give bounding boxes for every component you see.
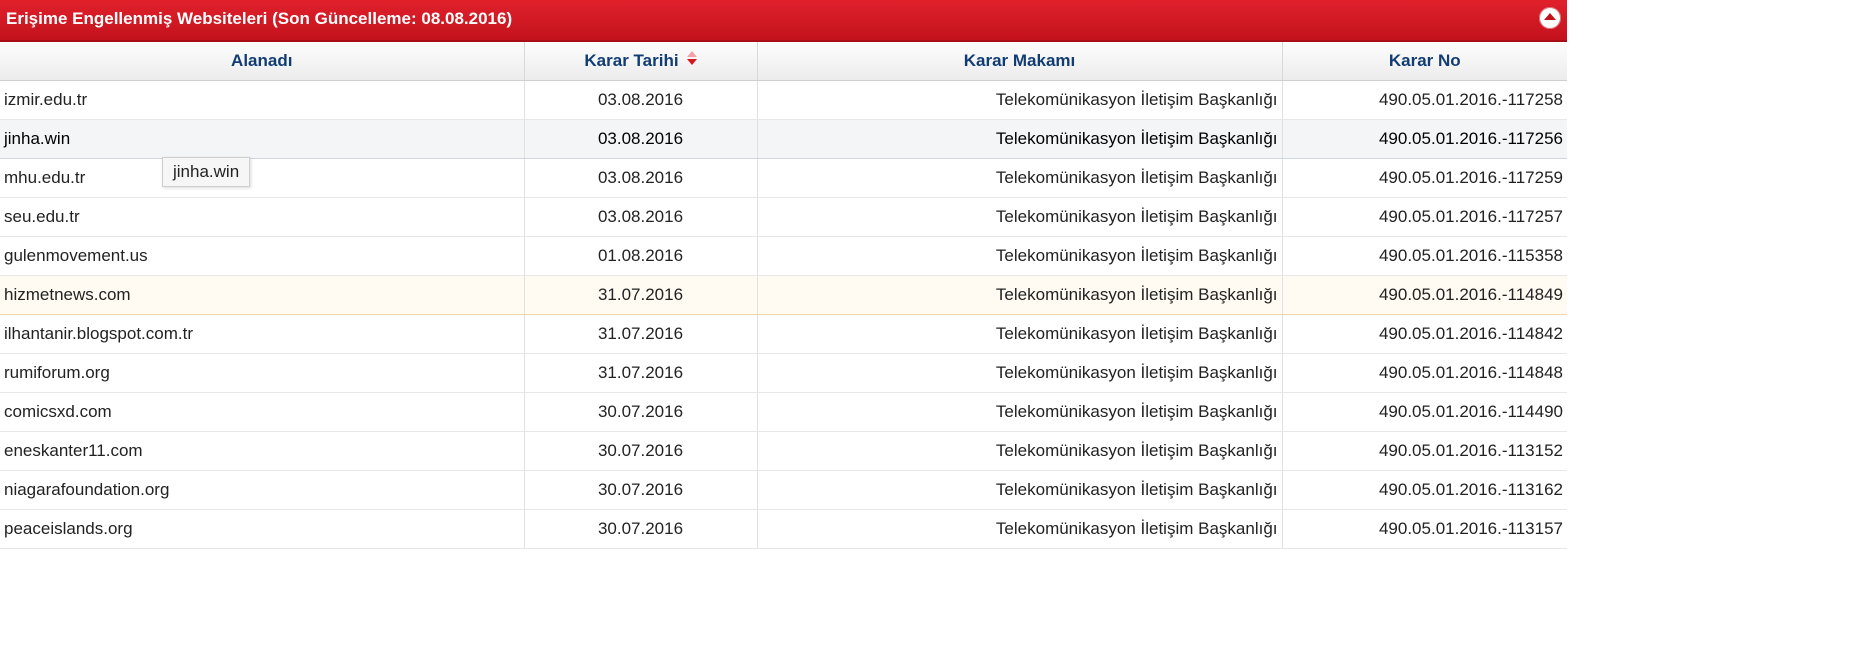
cell-authority: Telekomünikasyon İletişim Başkanlığı [757,80,1283,120]
cell-domain[interactable]: peaceislands.org [0,509,525,549]
cell-decision-date: 31.07.2016 [524,353,758,393]
cell-decision-no: 490.05.01.2016.-114842 [1282,314,1567,354]
cell-decision-date: 30.07.2016 [524,470,758,510]
cell-authority: Telekomünikasyon İletişim Başkanlığı [757,392,1283,432]
cell-domain[interactable]: rumiforum.org [0,353,525,393]
cell-decision-date: 03.08.2016 [524,119,758,159]
cell-decision-no: 490.05.01.2016.-113157 [1282,509,1567,549]
cell-decision-no: 490.05.01.2016.-117259 [1282,158,1567,198]
cell-domain[interactable]: comicsxd.com [0,392,525,432]
cell-domain[interactable]: jinha.win [0,119,525,159]
table-row[interactable]: rumiforum.org 31.07.2016 Telekomünikasyon … [0,353,1567,393]
cell-decision-date: 31.07.2016 [524,275,758,315]
panel-title: Erişime Engellenmiş Websiteleri (Son Gün… [6,9,513,28]
table-row[interactable]: hizmetnews.com 31.07.2016 Telekomünikasyon… [0,275,1567,315]
column-header-decision-date[interactable]: Karar Tarihi [524,42,758,81]
cell-decision-no: 490.05.01.2016.-114849 [1282,275,1567,315]
sort-desc-icon[interactable] [686,50,697,65]
panel-header: Erişime Engellenmiş Websiteleri (Son Gün… [0,0,1567,42]
cell-decision-no: 490.05.01.2016.-115358 [1282,236,1567,276]
cell-authority: Telekomünikasyon İletişim Başkanlığı [757,119,1283,159]
cell-domain[interactable]: izmir.edu.tr [0,80,525,120]
cell-decision-no: 490.05.01.2016.-117258 [1282,80,1567,120]
cell-authority: Telekomünikasyon İletişim Başkanlığı [757,314,1283,354]
table-row[interactable]: gulenmovement.us 01.08.2016 Telekomünikasy… [0,236,1567,276]
column-header-decision-no[interactable]: Karar No [1282,42,1567,81]
chevron-up-icon[interactable] [1539,7,1561,29]
cell-decision-date: 31.07.2016 [524,314,758,354]
cell-authority: Telekomünikasyon İletişim Başkanlığı [757,236,1283,276]
cell-authority: Telekomünikasyon İletişim Başkanlığı [757,197,1283,237]
blocked-sites-table: Alanadı Karar Tarihi Karar Makamı Karar … [0,42,1567,549]
cell-domain[interactable]: hizmetnews.com [0,275,525,315]
table-row[interactable]: jinha.win 03.08.2016 Telekomünikasyon İlet… [0,119,1567,159]
cell-authority: Telekomünikasyon İletişim Başkanlığı [757,509,1283,549]
cell-domain[interactable]: eneskanter11.com [0,431,525,471]
cell-authority: Telekomünikasyon İletişim Başkanlığı [757,470,1283,510]
cell-decision-date: 03.08.2016 [524,158,758,198]
cell-decision-no: 490.05.01.2016.-114848 [1282,353,1567,393]
table-row[interactable]: izmir.edu.tr 03.08.2016 Telekomünikasyon İ… [0,80,1567,120]
column-header-authority[interactable]: Karar Makamı [757,42,1283,81]
cell-decision-no: 490.05.01.2016.-113162 [1282,470,1567,510]
column-header-domain[interactable]: Alanadı [0,42,525,81]
table-row[interactable]: niagarafoundation.org 30.07.2016 Telekomün… [0,470,1567,510]
cell-decision-date: 30.07.2016 [524,509,758,549]
cell-decision-no: 490.05.01.2016.-117257 [1282,197,1567,237]
cell-authority: Telekomünikasyon İletişim Başkanlığı [757,431,1283,471]
cell-domain[interactable]: seu.edu.tr [0,197,525,237]
table-row[interactable]: seu.edu.tr 03.08.2016 Telekomünikasyon İle… [0,197,1567,237]
cell-domain[interactable]: gulenmovement.us [0,236,525,276]
table-row[interactable]: eneskanter11.com 30.07.2016 Telekomünikasy… [0,431,1567,471]
cell-domain[interactable]: mhu.edu.tr [0,158,525,198]
table-row[interactable]: peaceislands.org 30.07.2016 Telekomünikasy… [0,509,1567,549]
cell-decision-no: 490.05.01.2016.-117256 [1282,119,1567,159]
cell-decision-date: 03.08.2016 [524,80,758,120]
table-row[interactable]: comicsxd.com 30.07.2016 Telekomünikasyon İ… [0,392,1567,432]
cell-decision-date: 30.07.2016 [524,431,758,471]
table-header-row: Alanadı Karar Tarihi Karar Makamı Karar … [0,42,1567,81]
domain-tooltip: jinha.win [162,157,251,187]
cell-domain[interactable]: ilhantanir.blogspot.com.tr [0,314,525,354]
cell-decision-date: 30.07.2016 [524,392,758,432]
cell-decision-date: 03.08.2016 [524,197,758,237]
table-row[interactable]: ilhantanir.blogspot.com.tr 31.07.2016 Tele… [0,314,1567,354]
cell-authority: Telekomünikasyon İletişim Başkanlığı [757,353,1283,393]
blocked-sites-panel: Erişime Engellenmiş Websiteleri (Son Gün… [0,0,1567,549]
cell-decision-no: 490.05.01.2016.-114490 [1282,392,1567,432]
cell-authority: Telekomünikasyon İletişim Başkanlığı [757,275,1283,315]
cell-domain[interactable]: niagarafoundation.org [0,470,525,510]
cell-decision-no: 490.05.01.2016.-113152 [1282,431,1567,471]
cell-authority: Telekomünikasyon İletişim Başkanlığı [757,158,1283,198]
cell-decision-date: 01.08.2016 [524,236,758,276]
